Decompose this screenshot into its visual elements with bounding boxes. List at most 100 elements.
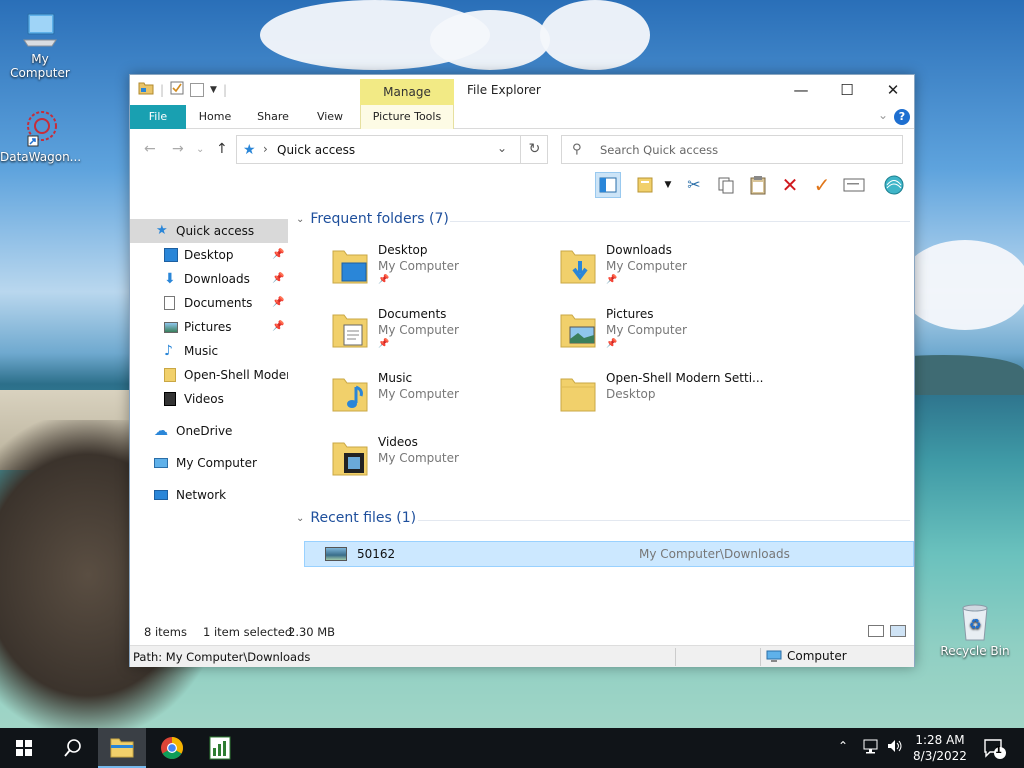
cut-icon[interactable]: ✂: [681, 172, 707, 198]
collapse-icon[interactable]: ⌄: [296, 513, 304, 524]
view-switcher: [868, 625, 906, 637]
notification-center-button[interactable]: [982, 736, 1006, 768]
rename-icon[interactable]: [841, 172, 867, 198]
frequent-folders-header[interactable]: ⌄ Frequent folders (7): [296, 211, 449, 227]
delete-icon[interactable]: ✕: [777, 172, 803, 198]
recent-file-row[interactable]: 50162 My Computer\Downloads: [304, 541, 914, 567]
search-button[interactable]: [48, 728, 96, 768]
tab-view[interactable]: View: [306, 105, 354, 129]
new-folder-icon[interactable]: [190, 82, 205, 97]
network-status-icon[interactable]: [862, 737, 880, 768]
start-button[interactable]: [0, 728, 48, 768]
shell-icon[interactable]: [881, 172, 907, 198]
refresh-button[interactable]: ↻: [520, 136, 548, 163]
sidebar-item-onedrive[interactable]: ☁ OneDrive: [130, 419, 288, 443]
clock-date: 8/3/2022: [913, 749, 967, 763]
sidebar-item-my-computer[interactable]: My Computer: [130, 451, 288, 475]
pin-icon[interactable]: 📌: [272, 315, 284, 339]
divider: [675, 648, 676, 666]
folder-tile-documents[interactable]: Documents My Computer 📌: [332, 307, 552, 363]
clock-time: 1:28 AM: [915, 733, 965, 747]
pictures-folder-icon: [560, 314, 596, 348]
sidebar-item-desktop[interactable]: Desktop 📌: [130, 243, 288, 267]
checkmark-icon[interactable]: ✓: [809, 172, 835, 198]
ribbon-expand-icon[interactable]: ⌄: [878, 108, 888, 122]
address-bar[interactable]: ★ › Quick access ⌄: [236, 135, 548, 164]
windows-logo-icon: [16, 740, 32, 756]
notification-count-badge: 1: [995, 745, 1002, 756]
sidebar-item-label: Videos: [184, 392, 224, 406]
tab-file[interactable]: File: [130, 105, 186, 129]
tab-share[interactable]: Share: [248, 105, 298, 129]
desktop-icon-recycle-bin[interactable]: ♻ Recycle Bin: [935, 602, 1015, 658]
details-view-icon[interactable]: [868, 625, 884, 637]
preview-pane-button[interactable]: [595, 172, 621, 198]
paste-icon[interactable]: [745, 172, 771, 198]
chrome-icon: [161, 737, 183, 759]
tab-home[interactable]: Home: [190, 105, 240, 129]
desktop-icon-label: My Computer: [10, 52, 70, 80]
sidebar-item-videos[interactable]: Videos: [130, 387, 288, 411]
desktop-icon-datawagon[interactable]: DataWagon...: [0, 108, 81, 164]
taskbar-file-explorer[interactable]: [98, 728, 146, 768]
file-path: My Computer\Downloads: [639, 547, 790, 561]
volume-icon[interactable]: [886, 737, 904, 768]
divider: [760, 648, 761, 666]
documents-folder-icon: [332, 314, 368, 348]
recent-locations-icon[interactable]: ⌄: [196, 144, 204, 155]
folder-tile-downloads[interactable]: Downloads My Computer 📌: [560, 243, 780, 299]
pin-icon[interactable]: 📌: [272, 267, 284, 291]
tab-manage[interactable]: Manage: [360, 79, 454, 105]
sidebar-item-label: Music: [184, 344, 219, 358]
close-button[interactable]: ✕: [870, 75, 916, 105]
system-clock[interactable]: 1:28 AM 8/3/2022: [905, 732, 975, 764]
show-hidden-icons[interactable]: ⌃: [838, 739, 848, 768]
pin-icon[interactable]: 📌: [272, 243, 284, 267]
sidebar-item-label: Network: [176, 488, 227, 502]
help-icon[interactable]: ?: [894, 109, 910, 125]
forward-arrow-icon[interactable]: →: [172, 141, 184, 157]
minimize-button[interactable]: —: [778, 75, 824, 105]
folder-tile-open-shell[interactable]: Open-Shell Modern Setti... Desktop: [560, 371, 780, 427]
new-note-icon[interactable]: [633, 172, 659, 198]
large-icons-view-icon[interactable]: [890, 625, 906, 637]
sidebar-item-downloads[interactable]: ⬇ Downloads 📌: [130, 267, 288, 291]
folder-icon[interactable]: [138, 81, 154, 98]
recent-files-header[interactable]: ⌄ Recent files (1): [296, 510, 416, 526]
taskbar-chrome[interactable]: [148, 728, 196, 768]
sidebar-item-music[interactable]: ♪ Music: [130, 339, 288, 363]
properties-icon[interactable]: [170, 81, 184, 98]
up-arrow-icon[interactable]: ↑: [216, 141, 228, 157]
qat-dropdown-icon[interactable]: ▼: [210, 85, 217, 95]
taskbar-app[interactable]: [196, 728, 244, 768]
pin-icon[interactable]: 📌: [272, 291, 284, 315]
cloud-icon: ☁: [154, 423, 168, 439]
sidebar-item-open-shell[interactable]: Open-Shell Modern: [130, 363, 288, 387]
sidebar-item-pictures[interactable]: Pictures 📌: [130, 315, 288, 339]
collapse-icon[interactable]: ⌄: [296, 214, 304, 225]
back-arrow-icon[interactable]: ←: [144, 141, 156, 157]
address-dropdown-icon[interactable]: ⌄: [497, 141, 507, 155]
folder-tile-desktop[interactable]: Desktop My Computer 📌: [332, 243, 552, 299]
sidebar-item-quick-access[interactable]: ★ Quick access: [130, 219, 288, 243]
folder-tile-music[interactable]: Music My Computer: [332, 371, 552, 427]
folder-tile-pictures[interactable]: Pictures My Computer 📌: [560, 307, 780, 363]
computer-icon: [20, 10, 60, 50]
chevron-right-icon[interactable]: ›: [263, 142, 268, 156]
folder-tile-videos[interactable]: Videos My Computer: [332, 435, 552, 491]
search-input[interactable]: [600, 140, 890, 160]
copy-icon[interactable]: [713, 172, 739, 198]
sidebar-item-network[interactable]: Network: [130, 483, 288, 507]
selection-count: 1 item selected: [203, 625, 293, 639]
toolbar-dropdown-icon[interactable]: ▼: [660, 172, 676, 198]
file-name: 50162: [357, 547, 396, 561]
desktop-icon-my-computer[interactable]: My Computer: [0, 10, 80, 80]
sidebar-item-documents[interactable]: Documents 📌: [130, 291, 288, 315]
group-title: Recent files (1): [310, 510, 417, 526]
tab-picture-tools[interactable]: Picture Tools: [360, 105, 454, 129]
selection-size: 2.30 MB: [288, 625, 336, 639]
chart-app-icon: [209, 736, 231, 760]
search-box[interactable]: ⚲: [561, 135, 903, 164]
maximize-button[interactable]: ☐: [824, 75, 870, 105]
computer-icon: [766, 650, 782, 662]
